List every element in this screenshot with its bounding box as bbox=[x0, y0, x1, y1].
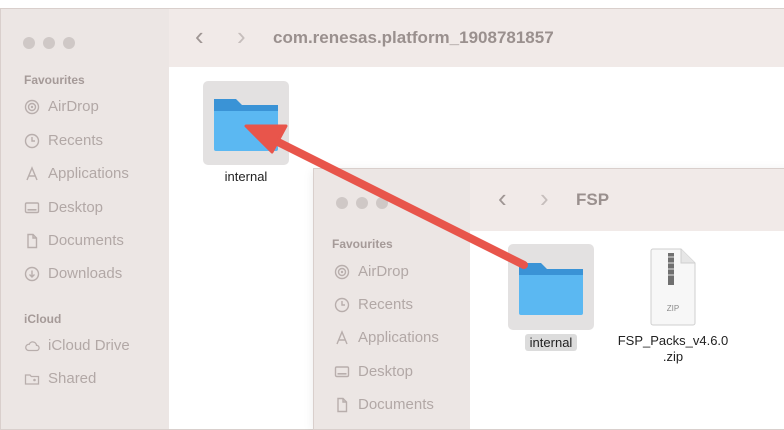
window-controls bbox=[23, 37, 75, 49]
airdrop-icon bbox=[24, 99, 40, 114]
document-icon bbox=[27, 233, 38, 248]
forward-button[interactable]: › bbox=[237, 23, 246, 49]
sidebar-item-label: Desktop bbox=[358, 363, 414, 380]
folder-label: internal bbox=[224, 169, 268, 184]
sidebar-item-documents[interactable]: Documents bbox=[334, 396, 434, 413]
document-icon bbox=[337, 397, 348, 412]
zip-file-item[interactable]: ZIP FSP_Packs_v4.6.0 .zip bbox=[608, 247, 738, 365]
sidebar-item-label: Documents bbox=[48, 232, 124, 249]
applications-icon bbox=[336, 329, 348, 344]
sidebar-section-icloud: iCloud bbox=[24, 312, 62, 326]
sidebar-item-airdrop[interactable]: AirDrop bbox=[24, 98, 99, 115]
sidebar-item-desktop[interactable]: Desktop bbox=[24, 199, 103, 216]
forward-button[interactable]: › bbox=[540, 185, 549, 211]
finder-window-front: Favourites AirDrop Recents Applications … bbox=[313, 168, 784, 430]
folder-item-internal[interactable]: internal bbox=[203, 81, 289, 184]
sidebar-item-airdrop[interactable]: AirDrop bbox=[334, 263, 409, 280]
back-button[interactable]: ‹ bbox=[195, 23, 204, 49]
minimize-window-button[interactable] bbox=[43, 37, 55, 49]
window-controls bbox=[336, 197, 388, 209]
sidebar-item-icloud-drive[interactable]: iCloud Drive bbox=[24, 337, 130, 354]
close-window-button[interactable] bbox=[23, 37, 35, 49]
back-button[interactable]: ‹ bbox=[498, 185, 507, 211]
minimize-window-button[interactable] bbox=[356, 197, 368, 209]
close-window-button[interactable] bbox=[336, 197, 348, 209]
window-title: com.renesas.platform_1908781857 bbox=[273, 28, 554, 47]
airdrop-icon bbox=[334, 264, 350, 279]
zip-badge: ZIP bbox=[666, 304, 680, 313]
cloud-icon bbox=[25, 340, 40, 351]
sidebar-item-applications[interactable]: Applications bbox=[334, 329, 439, 346]
sidebar-section-favourites: Favourites bbox=[332, 237, 393, 251]
toolbar: ‹ › com.renesas.platform_1908781857 bbox=[169, 9, 784, 68]
zoom-window-button[interactable] bbox=[376, 197, 388, 209]
sidebar-item-label: Desktop bbox=[48, 199, 104, 216]
toolbar: ‹ › FSP bbox=[470, 169, 784, 232]
zip-file-icon: ZIP bbox=[643, 247, 703, 327]
sidebar-item-label: Applications bbox=[358, 329, 439, 346]
sidebar-item-label: iCloud Drive bbox=[48, 337, 130, 354]
sidebar-item-label: AirDrop bbox=[48, 98, 99, 115]
sidebar: Favourites AirDrop Recents Applications … bbox=[1, 9, 170, 429]
sidebar-item-shared[interactable]: Shared bbox=[24, 370, 96, 387]
folder-icon bbox=[508, 244, 594, 330]
zoom-window-button[interactable] bbox=[63, 37, 75, 49]
clock-icon bbox=[24, 133, 40, 148]
applications-icon bbox=[26, 165, 38, 180]
sidebar-item-label: Recents bbox=[48, 132, 104, 149]
sidebar-item-recents[interactable]: Recents bbox=[24, 132, 103, 149]
sidebar-item-label: Applications bbox=[48, 165, 129, 182]
file-area: internal ZIP FSP_Packs_v4.6.0 .zip bbox=[470, 231, 784, 429]
shared-folder-icon bbox=[24, 373, 40, 385]
folder-item-internal[interactable]: internal bbox=[508, 244, 594, 351]
sidebar: Favourites AirDrop Recents Applications … bbox=[314, 169, 471, 429]
folder-label: internal bbox=[524, 334, 578, 351]
sidebar-item-label: Recents bbox=[358, 296, 414, 313]
folder-icon bbox=[203, 81, 289, 165]
sidebar-item-recents[interactable]: Recents bbox=[334, 296, 413, 313]
sidebar-item-applications[interactable]: Applications bbox=[24, 165, 129, 182]
sidebar-item-downloads[interactable]: Downloads bbox=[24, 265, 122, 282]
sidebar-item-label: Shared bbox=[48, 370, 97, 387]
sidebar-section-favourites: Favourites bbox=[24, 73, 85, 87]
download-icon bbox=[24, 266, 40, 281]
sidebar-item-desktop[interactable]: Desktop bbox=[334, 363, 413, 380]
sidebar-item-label: Downloads bbox=[48, 265, 123, 282]
sidebar-item-documents[interactable]: Documents bbox=[24, 232, 124, 249]
desktop-icon bbox=[24, 201, 40, 213]
window-title: FSP bbox=[576, 190, 610, 209]
clock-icon bbox=[334, 297, 350, 312]
desktop-icon bbox=[334, 365, 350, 377]
sidebar-item-label: Documents bbox=[358, 396, 434, 413]
sidebar-item-label: AirDrop bbox=[358, 263, 409, 280]
file-label: FSP_Packs_v4.6.0 .zip bbox=[617, 333, 729, 364]
